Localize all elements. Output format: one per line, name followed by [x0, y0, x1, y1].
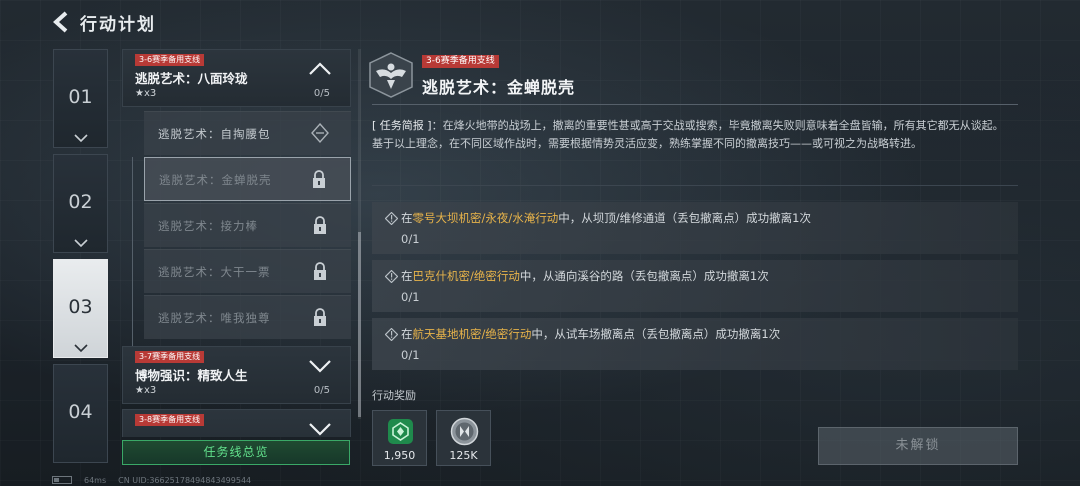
- task-group-header[interactable]: 3-8赛季备用支线: [122, 409, 351, 437]
- chevron-down-icon: [74, 134, 88, 143]
- chevron-up-icon: [309, 62, 331, 75]
- task-group-header[interactable]: 3-6赛季备用支线 逃脱艺术：八面玲珑 ★x3 0/5: [122, 49, 351, 107]
- season-badge: 3-7赛季备用支线: [135, 351, 205, 363]
- status-footer: 64ms CN UID:36625178494843499544: [52, 474, 251, 486]
- task-group-title: 博物强识：精致人生: [135, 368, 248, 383]
- alert-diamond-icon: [385, 270, 398, 283]
- objective-description: 在航天基地机密/绝密行动中，从试车场撤离点（丢包撤离点）成功撤离1次: [401, 326, 780, 342]
- divider: [372, 185, 1018, 186]
- task-list[interactable]: 3-6赛季备用支线 逃脱艺术：八面玲珑 ★x3 0/5 逃脱艺术：自掏腰包 逃脱…: [122, 49, 352, 437]
- season-tab-04[interactable]: 04: [53, 364, 108, 463]
- locked-status-button[interactable]: 未解锁: [818, 427, 1018, 465]
- task-item[interactable]: 逃脱艺术：唯我独尊: [144, 295, 351, 339]
- tree-connector: [132, 157, 133, 367]
- objective-suffix: 中，从试车场撤离点（丢包撤离点）成功撤离1次: [531, 327, 781, 341]
- lock-icon: [314, 262, 326, 280]
- mission-briefing: [ 任务简报 ]：在烽火地带的战场上，撤离的重要性甚或高于交战或搜索，毕竟撤离失…: [372, 117, 1022, 153]
- objective-progress: 0/1: [401, 348, 420, 362]
- task-group-progress: 0/5: [313, 88, 330, 99]
- lock-icon: [314, 308, 326, 326]
- season-tab-02[interactable]: 02: [53, 154, 108, 253]
- briefing-text-2: 基于以上理念，在不同区域作战时，需要根据情势灵活应变，熟练掌握不同的撤离技巧——…: [372, 137, 922, 150]
- task-group-header[interactable]: 3-7赛季备用支线 博物强识：精致人生 ★x3 0/5: [122, 346, 351, 404]
- task-item-label: 逃脱艺术：金蝉脱壳: [159, 173, 272, 187]
- season-badge: 3-6赛季备用支线: [422, 55, 499, 68]
- objective-progress: 0/1: [401, 232, 420, 246]
- exp-badge-icon: [388, 419, 413, 444]
- alert-diamond-icon: [385, 212, 398, 225]
- objective-location: 航天基地机密/绝密行动: [412, 327, 532, 341]
- chevron-down-icon: [309, 360, 331, 373]
- page-title: 行动计划: [80, 14, 156, 35]
- task-group-stars: ★x3: [135, 385, 157, 396]
- lock-icon: [313, 170, 325, 188]
- season-badge: 3-8赛季备用支线: [135, 414, 205, 426]
- chevron-down-icon: [74, 239, 88, 248]
- divider: [372, 104, 1018, 105]
- chevron-down-icon: [74, 344, 88, 353]
- objective-prefix: 在: [401, 269, 413, 283]
- briefing-tag: [ 任务简报 ]: [372, 119, 432, 132]
- task-group-progress: 0/5: [313, 385, 330, 396]
- task-list-scrollbar-thumb[interactable]: [358, 232, 361, 417]
- mission-detail-panel: 3-6赛季备用支线 逃脱艺术：金蝉脱壳 [ 任务简报 ]：在烽火地带的战场上，撤…: [364, 49, 1028, 469]
- objective-suffix: 中，从坝顶/维修通道（丢包撤离点）成功撤离1次: [558, 211, 811, 225]
- objective-suffix: 中，从通向溪谷的路（丢包撤离点）成功撤离1次: [519, 269, 769, 283]
- reward-label: 行动奖励: [372, 389, 416, 402]
- task-item[interactable]: 逃脱艺术：接力棒: [144, 203, 351, 247]
- objective-row: 在巴克什机密/绝密行动中，从通向溪谷的路（丢包撤离点）成功撤离1次 0/1: [372, 260, 1018, 312]
- reward-amount: 125K: [449, 449, 478, 462]
- task-item-label: 逃脱艺术：唯我独尊: [158, 311, 271, 325]
- task-item[interactable]: 逃脱艺术：金蝉脱壳: [144, 157, 351, 201]
- season-tab-number: 04: [68, 401, 93, 423]
- task-line-overview-button[interactable]: 任务线总览: [122, 440, 350, 465]
- task-group-title: 逃脱艺术：八面玲珑: [135, 71, 248, 86]
- briefing-text: ：在烽火地带的战场上，撤离的重要性甚或高于交战或搜索，毕竟撤离失败则意味着全盘皆…: [431, 119, 1004, 132]
- season-tab-01[interactable]: 01: [53, 49, 108, 148]
- reward-amount: 1,950: [383, 449, 416, 462]
- objective-description: 在零号大坝机密/永夜/水淹行动中，从坝顶/维修通道（丢包撤离点）成功撤离1次: [401, 210, 811, 226]
- mission-title: 逃脱艺术：金蝉脱壳: [422, 78, 576, 97]
- task-item-label: 逃脱艺术：接力棒: [158, 219, 258, 233]
- back-arrow-icon[interactable]: [52, 11, 70, 33]
- objective-progress: 0/1: [401, 290, 420, 304]
- task-item[interactable]: 逃脱艺术：大干一票: [144, 249, 351, 293]
- lock-icon: [314, 216, 326, 234]
- objective-prefix: 在: [401, 327, 413, 341]
- battery-icon: [52, 476, 72, 484]
- reward-item-coin[interactable]: 125K: [436, 410, 491, 466]
- eagle-emblem-icon: [369, 52, 413, 98]
- user-uid: CN UID:36625178494843499544: [118, 475, 252, 485]
- season-tab-number: 03: [68, 296, 93, 318]
- task-group-stars: ★x3: [135, 88, 157, 99]
- season-tab-number: 01: [68, 86, 93, 108]
- objective-row: 在零号大坝机密/永夜/水淹行动中，从坝顶/维修通道（丢包撤离点）成功撤离1次 0…: [372, 202, 1018, 254]
- objective-location: 巴克什机密/绝密行动: [412, 269, 520, 283]
- header: 行动计划: [52, 9, 156, 35]
- task-item[interactable]: 逃脱艺术：自掏腰包: [144, 111, 351, 155]
- objective-prefix: 在: [401, 211, 413, 225]
- season-tab-number: 02: [68, 191, 93, 213]
- chevron-down-icon: [309, 423, 331, 436]
- task-item-label: 逃脱艺术：自掏腰包: [158, 127, 271, 141]
- objective-location: 零号大坝机密/永夜/水淹行动: [412, 211, 559, 225]
- season-tab-03[interactable]: 03: [53, 259, 108, 358]
- coin-icon: [450, 417, 479, 446]
- alert-diamond-icon: [385, 328, 398, 341]
- objective-description: 在巴克什机密/绝密行动中，从通向溪谷的路（丢包撤离点）成功撤离1次: [401, 268, 769, 284]
- task-item-label: 逃脱艺术：大干一票: [158, 265, 271, 279]
- reward-item-exp[interactable]: 1,950: [372, 410, 427, 466]
- season-badge: 3-6赛季备用支线: [135, 54, 205, 66]
- objective-row: 在航天基地机密/绝密行动中，从试车场撤离点（丢包撤离点）成功撤离1次 0/1: [372, 318, 1018, 370]
- diamond-status-icon: [311, 123, 329, 144]
- ping-readout: 64ms: [84, 475, 107, 485]
